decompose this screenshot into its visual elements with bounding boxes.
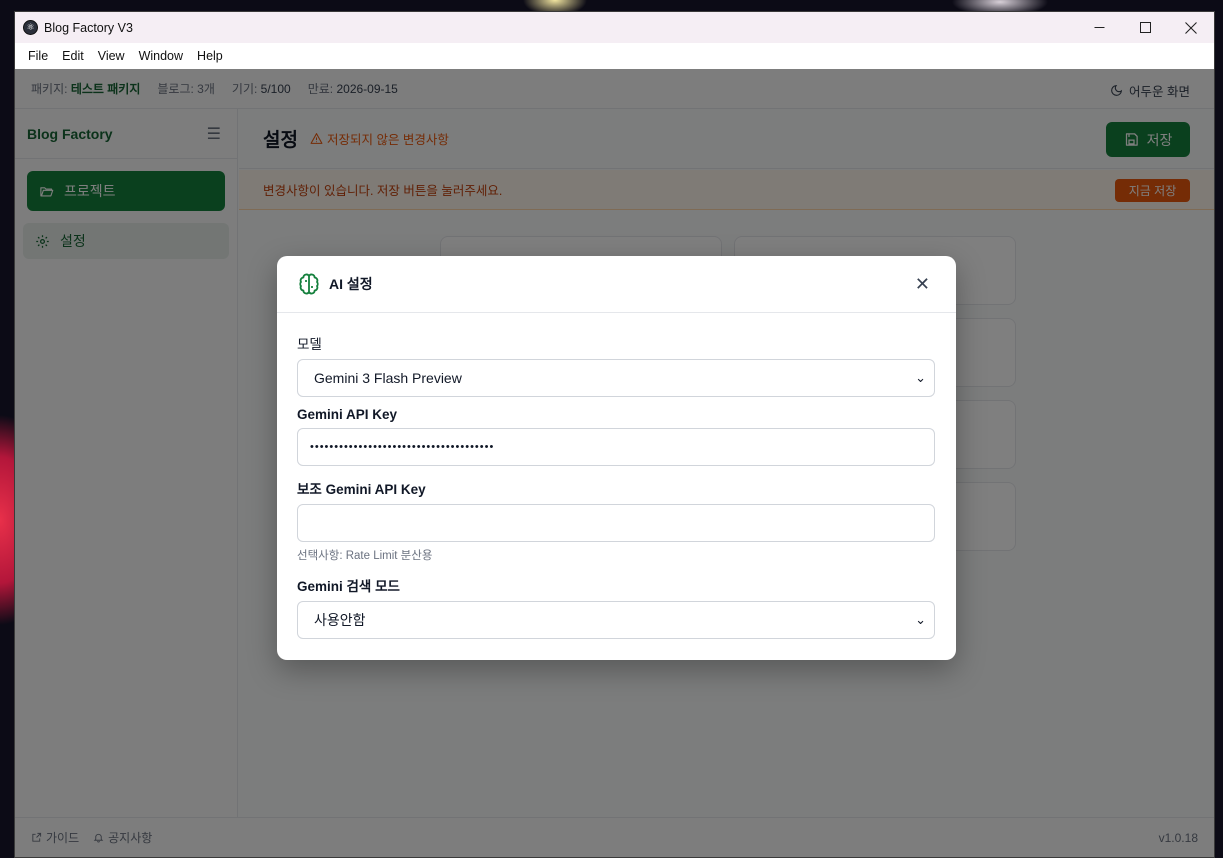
search-mode-label: Gemini 검색 모드 [297,579,400,594]
minimize-button[interactable] [1076,12,1122,43]
ai-settings-dialog: AI 설정 ✕ 모델 Gemini 3 Flash Preview ⌄ Gemi… [277,256,956,660]
brain-icon [299,273,319,295]
minimize-icon [1094,27,1104,28]
model-select-value: Gemini 3 Flash Preview [314,370,462,386]
chevron-down-icon: ⌄ [915,370,926,385]
api-key-label: Gemini API Key [297,407,398,422]
secondary-api-key-input[interactable] [297,504,935,542]
dialog-header: AI 설정 ✕ [277,256,956,313]
model-label: 모델 [297,337,322,352]
window-controls [1076,12,1214,43]
menu-view[interactable]: View [91,49,132,63]
chevron-down-icon: ⌄ [915,612,926,627]
close-icon [1185,21,1197,34]
dialog-body: 모델 Gemini 3 Flash Preview ⌄ Gemini API K… [277,313,956,639]
menu-window[interactable]: Window [132,49,190,63]
menu-help[interactable]: Help [190,49,230,63]
menu-file[interactable]: File [21,49,55,63]
app-icon: ⚛ [23,20,38,35]
maximize-icon [1139,22,1151,33]
secondary-api-key-hint: 선택사항: Rate Limit 분산용 [297,550,433,562]
app-window: ⚛ Blog Factory V3 File Edit View Window … [14,11,1215,858]
title-bar[interactable]: ⚛ Blog Factory V3 [15,12,1214,43]
maximize-button[interactable] [1122,12,1168,43]
secondary-api-key-label: 보조 Gemini API Key [297,482,426,497]
close-window-button[interactable] [1168,12,1214,43]
model-select[interactable]: Gemini 3 Flash Preview ⌄ [297,359,935,397]
menu-edit[interactable]: Edit [55,49,91,63]
window-title: Blog Factory V3 [44,20,133,35]
dialog-title: AI 설정 [329,276,373,292]
close-dialog-button[interactable]: ✕ [915,274,930,295]
search-mode-select[interactable]: 사용안함 ⌄ [297,601,935,639]
menu-bar: File Edit View Window Help [15,43,1214,69]
search-mode-value: 사용안함 [314,612,366,628]
api-key-input[interactable]: •••••••••••••••••••••••••••••••••••••• [297,428,935,466]
